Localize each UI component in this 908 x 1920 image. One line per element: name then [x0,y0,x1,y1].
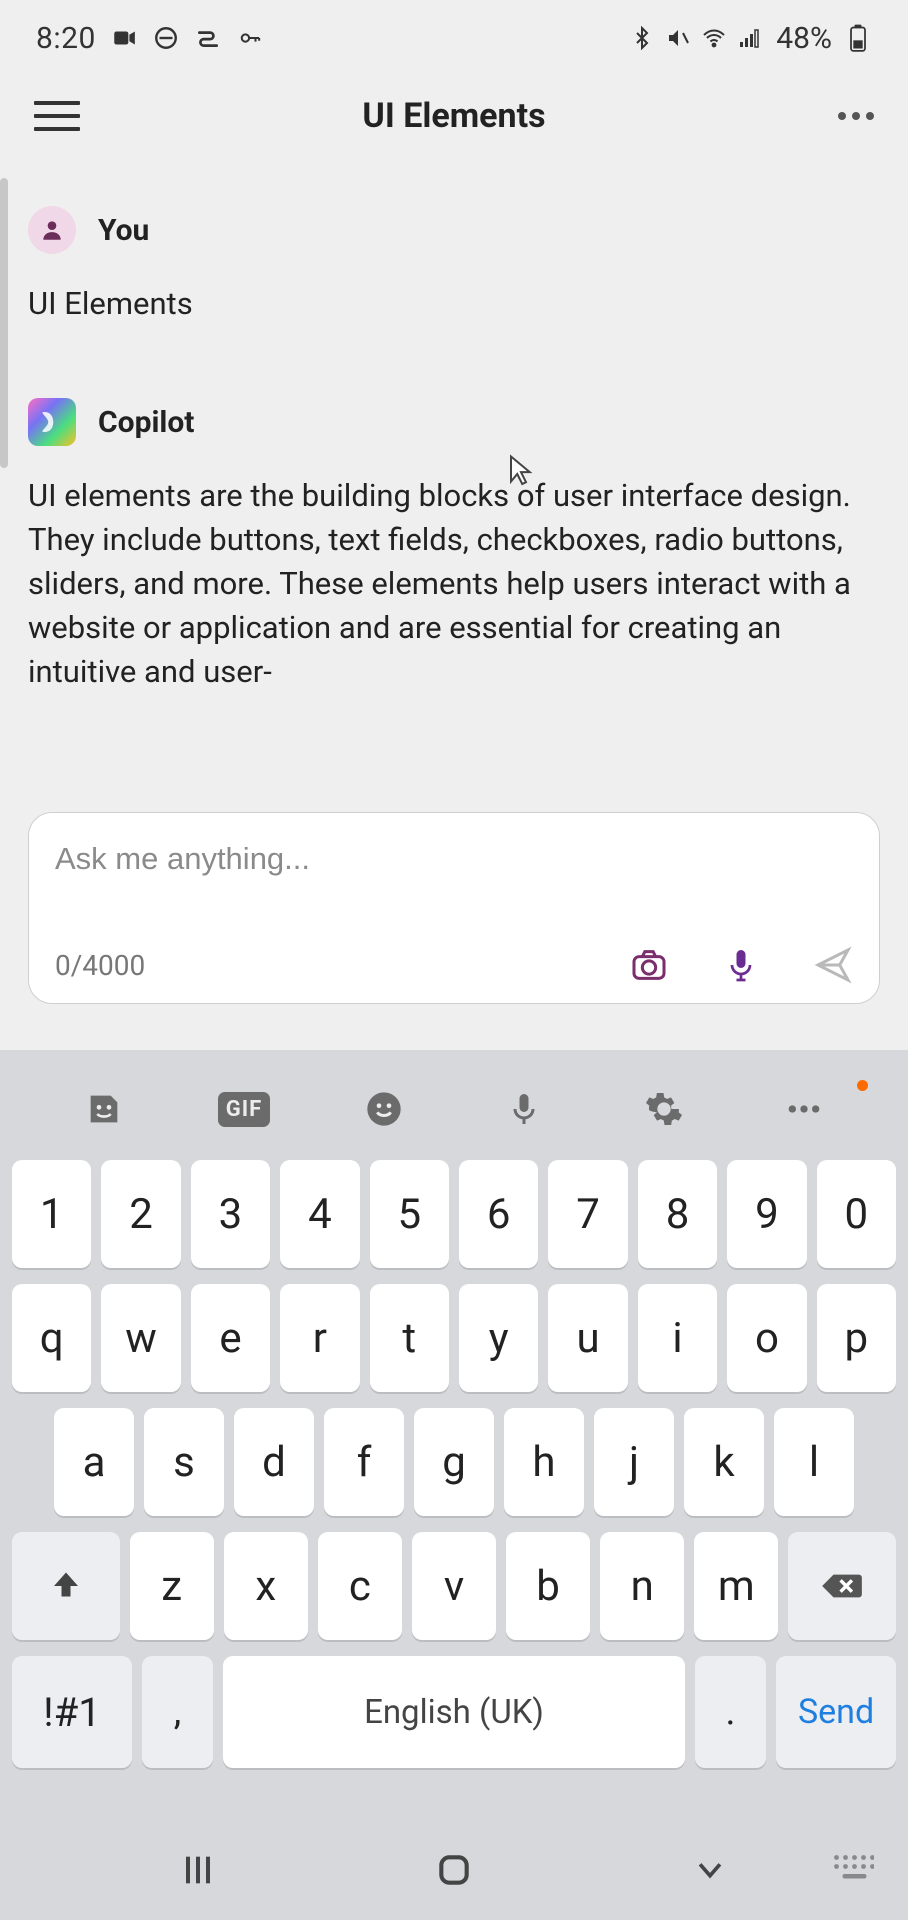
gif-icon[interactable]: GIF [220,1085,268,1133]
number-row: 1 2 3 4 5 6 7 8 9 0 [12,1160,896,1268]
key-c[interactable]: c [318,1532,402,1640]
android-nav-bar [0,1820,908,1920]
battery-icon [844,24,872,52]
sticker-icon[interactable] [80,1085,128,1133]
camera-recording-icon [110,24,138,52]
compose-input[interactable] [55,841,853,877]
user-message-text: UI Elements [28,282,880,326]
key-5[interactable]: 5 [370,1160,449,1268]
period-key[interactable]: . [695,1656,766,1768]
user-message: You UI Elements [28,206,880,326]
more-options-icon[interactable] [828,112,874,120]
key-f[interactable]: f [324,1408,404,1516]
apps-icon [194,24,222,52]
key-d[interactable]: d [234,1408,314,1516]
key-3[interactable]: 3 [191,1160,270,1268]
status-right: 48% [628,21,872,56]
send-icon[interactable] [813,945,853,985]
key-y[interactable]: y [459,1284,538,1392]
wifi-icon [700,24,728,52]
key-p[interactable]: p [817,1284,896,1392]
copilot-avatar-icon [28,398,76,446]
char-count: 0/4000 [55,949,145,982]
symbols-key[interactable]: !#1 [12,1656,132,1768]
key-l[interactable]: l [774,1408,854,1516]
back-button[interactable] [686,1846,734,1894]
assistant-message-text: UI elements are the building blocks of u… [28,474,880,694]
key-q[interactable]: q [12,1284,91,1392]
key-r[interactable]: r [280,1284,359,1392]
dnd-icon [152,24,180,52]
zxcv-row: z x c v b n m [12,1532,896,1640]
key-w[interactable]: w [101,1284,180,1392]
emoji-icon[interactable] [360,1085,408,1133]
bottom-row: !#1 , English (UK) . Send [12,1656,896,1768]
key-z[interactable]: z [130,1532,214,1640]
key-t[interactable]: t [370,1284,449,1392]
key-h[interactable]: h [504,1408,584,1516]
voice-input-icon[interactable] [500,1085,548,1133]
home-button[interactable] [430,1846,478,1894]
asdf-row: a s d f g h j k l [12,1408,896,1516]
user-sender-label: You [98,213,149,248]
app-header: UI Elements [0,76,908,156]
key-x[interactable]: x [224,1532,308,1640]
signal-icon [736,24,764,52]
microphone-icon[interactable] [721,945,761,985]
camera-icon[interactable] [629,945,669,985]
key-b[interactable]: b [506,1532,590,1640]
key-e[interactable]: e [191,1284,270,1392]
menu-icon[interactable] [34,93,80,139]
key-4[interactable]: 4 [280,1160,359,1268]
key-n[interactable]: n [600,1532,684,1640]
clock: 8:20 [36,21,96,56]
key-7[interactable]: 7 [548,1160,627,1268]
chat-scroll[interactable]: You UI Elements Copilot UI elements are … [0,156,908,694]
key-j[interactable]: j [594,1408,674,1516]
key-a[interactable]: a [54,1408,134,1516]
space-key[interactable]: English (UK) [223,1656,685,1768]
vpn-key-icon [236,24,264,52]
soft-keyboard: GIF 1 2 3 4 5 6 7 8 9 0 q w [0,1050,908,1920]
battery-percent: 48% [776,21,832,56]
page-title: UI Elements [80,96,828,136]
key-8[interactable]: 8 [638,1160,717,1268]
cursor-icon [506,452,536,486]
mute-icon [664,24,692,52]
key-6[interactable]: 6 [459,1160,538,1268]
key-k[interactable]: k [684,1408,764,1516]
status-left: 8:20 [36,21,264,56]
user-avatar-icon [28,206,76,254]
scroll-indicator[interactable] [0,178,8,468]
key-1[interactable]: 1 [12,1160,91,1268]
qwerty-row: q w e r t y u i o p [12,1284,896,1392]
backspace-key[interactable] [788,1532,896,1640]
shift-key[interactable] [12,1532,120,1640]
recents-button[interactable] [174,1846,222,1894]
keyboard-collapse-icon[interactable] [832,1853,874,1887]
key-2[interactable]: 2 [101,1160,180,1268]
notification-dot-icon [857,1080,868,1091]
key-v[interactable]: v [412,1532,496,1640]
assistant-sender-label: Copilot [98,405,194,440]
key-i[interactable]: i [638,1284,717,1392]
bluetooth-icon [628,24,656,52]
keyboard-toolbar: GIF [0,1066,908,1152]
key-m[interactable]: m [694,1532,778,1640]
key-g[interactable]: g [414,1408,494,1516]
compose-box[interactable]: 0/4000 [28,812,880,1004]
key-o[interactable]: o [727,1284,806,1392]
settings-icon[interactable] [640,1085,688,1133]
comma-key[interactable]: , [142,1656,213,1768]
key-0[interactable]: 0 [817,1160,896,1268]
status-bar: 8:20 48% [0,0,908,76]
key-s[interactable]: s [144,1408,224,1516]
assistant-message: Copilot UI elements are the building blo… [28,398,880,694]
more-toolbar-icon[interactable] [780,1085,828,1133]
key-u[interactable]: u [548,1284,627,1392]
send-key[interactable]: Send [776,1656,896,1768]
key-9[interactable]: 9 [727,1160,806,1268]
